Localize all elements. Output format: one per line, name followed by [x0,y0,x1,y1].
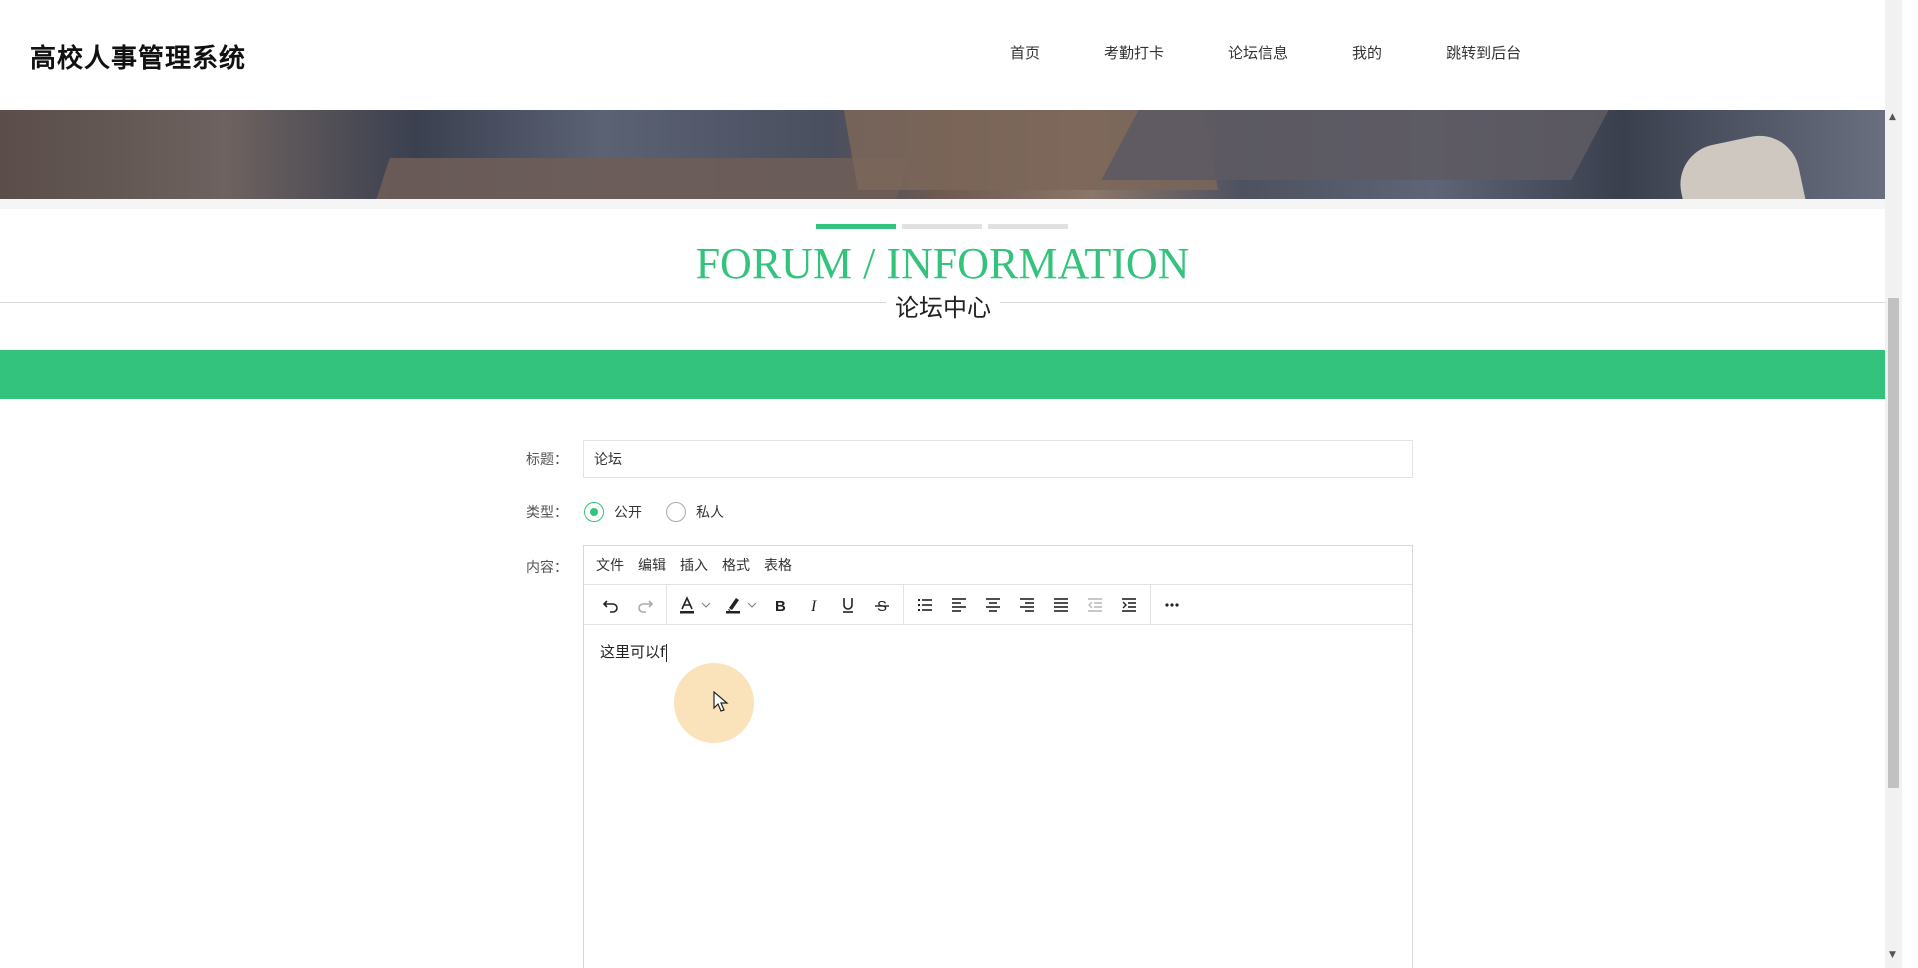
main-nav: 首页 考勤打卡 论坛信息 我的 跳转到后台 [1010,42,1521,63]
section-title-cn: 论坛中心 [886,288,1000,323]
type-label: 类型： [526,505,568,521]
title-label: 标题： [526,452,568,468]
nav-attendance[interactable]: 考勤打卡 [1104,42,1164,63]
accent-band [0,350,1885,399]
nav-mine[interactable]: 我的 [1352,42,1382,63]
redo-icon[interactable] [628,590,662,620]
highlight-icon[interactable] [717,590,763,620]
scroll-down-icon[interactable]: ▼ [1889,950,1896,960]
nav-home[interactable]: 首页 [1010,42,1040,63]
italic-icon[interactable]: I [797,590,831,620]
menu-file[interactable]: 文件 [596,555,624,575]
radio-public-circle[interactable] [584,502,604,522]
more-icon[interactable] [1155,590,1189,620]
site-header: 高校人事管理系统 首页 考勤打卡 论坛信息 我的 跳转到后台 [0,0,1885,110]
undo-icon[interactable] [594,590,628,620]
editor-toolbar: B I S [584,584,1412,625]
chevron-down-icon [701,602,711,608]
chevron-down-icon [747,602,757,608]
menu-format[interactable]: 格式 [722,555,750,575]
indent-icon[interactable] [1112,590,1146,620]
svg-text:I: I [810,598,817,615]
editor-menubar: 文件 编辑 插入 格式 表格 [584,546,1412,585]
radio-private[interactable]: 私人 [666,502,724,522]
scroll-up-icon[interactable]: ▲ [1889,112,1896,122]
indicator-bar-active [816,224,896,229]
editor-content[interactable]: 这里可以f [584,625,1412,965]
strikethrough-icon[interactable]: S [865,590,899,620]
underline-icon[interactable] [831,590,865,620]
font-color-icon[interactable] [671,590,717,620]
radio-public[interactable]: 公开 [584,502,642,522]
align-left-icon[interactable] [942,590,976,620]
section-title-en: FORUM / INFORMATION [695,239,1190,288]
align-right-icon[interactable] [1010,590,1044,620]
section-indicator [816,224,1068,229]
nav-admin[interactable]: 跳转到后台 [1446,42,1521,63]
rich-text-editor: 文件 编辑 插入 格式 表格 B I S 这里可以f [583,545,1413,968]
indicator-bar [988,224,1068,229]
mouse-pointer-icon [713,691,729,712]
divider-strip [0,199,1885,209]
title-input[interactable] [583,440,1413,478]
list-icon[interactable] [908,590,942,620]
scroll-thumb[interactable] [1888,298,1899,788]
radio-private-label: 私人 [696,505,724,521]
bold-icon[interactable]: B [763,590,797,620]
menu-edit[interactable]: 编辑 [638,555,666,575]
content-label: 内容： [526,560,568,576]
svg-text:B: B [775,598,786,615]
radio-public-label: 公开 [614,505,642,521]
page-scrollbar[interactable]: ▲ ▼ [1885,0,1902,968]
nav-forum[interactable]: 论坛信息 [1228,42,1288,63]
site-brand[interactable]: 高校人事管理系统 [30,38,246,75]
indicator-bar [902,224,982,229]
radio-private-circle[interactable] [666,502,686,522]
text-caret [666,643,668,662]
outdent-icon[interactable] [1078,590,1112,620]
editor-text: 这里可以f [600,643,666,661]
menu-table[interactable]: 表格 [764,555,792,575]
banner-image [0,110,1885,199]
align-center-icon[interactable] [976,590,1010,620]
type-radio-group: 公开 私人 [584,502,748,522]
justify-icon[interactable] [1044,590,1078,620]
menu-insert[interactable]: 插入 [680,555,708,575]
